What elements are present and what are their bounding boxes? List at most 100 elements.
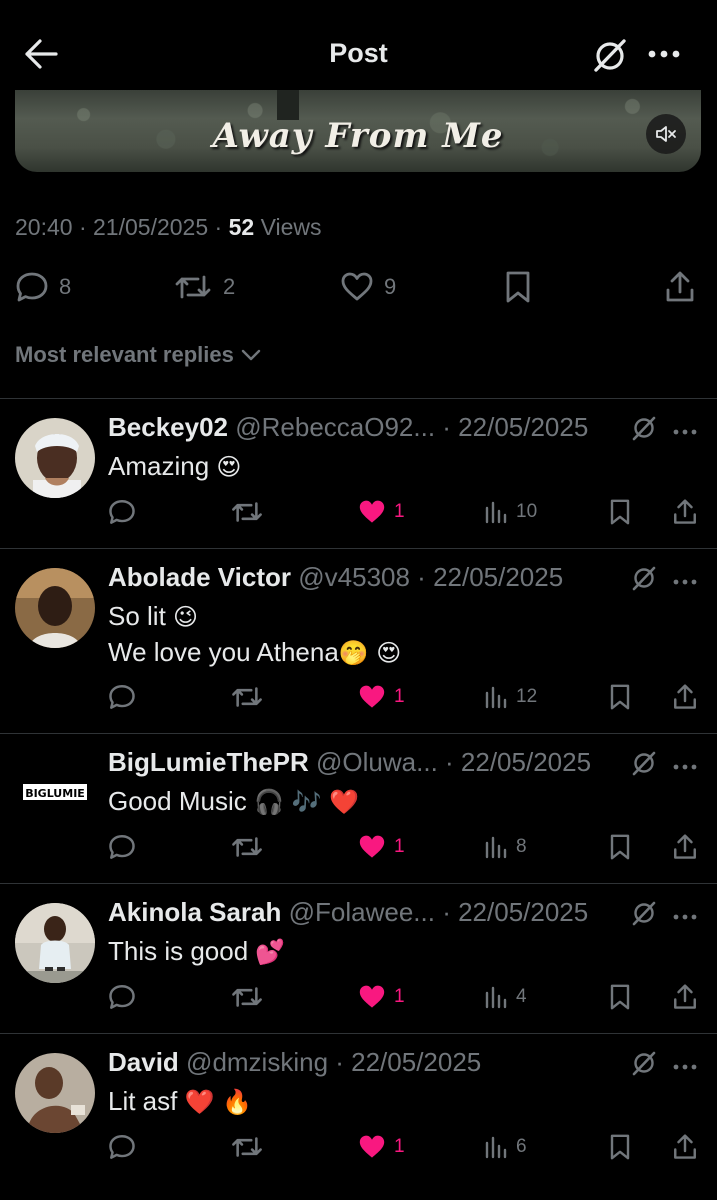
reply-author-handle[interactable]: @v45308 xyxy=(298,562,410,592)
reply-emoji: 😍 xyxy=(216,453,242,481)
views-button[interactable]: 8 xyxy=(484,829,527,865)
post-time: 20:40 xyxy=(15,214,73,240)
like-button[interactable]: 1 xyxy=(358,829,405,865)
reply-icon xyxy=(109,985,135,1009)
reply-button[interactable] xyxy=(108,829,136,865)
repost-button[interactable] xyxy=(230,494,264,530)
like-button[interactable]: 9 xyxy=(340,264,396,310)
bookmark-button[interactable] xyxy=(503,264,533,310)
share-icon xyxy=(674,984,696,1009)
bookmark-button[interactable] xyxy=(608,1129,632,1165)
share-icon xyxy=(674,499,696,524)
grok-icon[interactable] xyxy=(630,414,658,442)
bookmark-button[interactable] xyxy=(608,494,632,530)
reply-text-line: Amazing xyxy=(108,451,217,481)
repost-button[interactable] xyxy=(230,1129,264,1165)
share-button[interactable] xyxy=(672,979,698,1015)
reply-author-handle[interactable]: @Folawee... xyxy=(289,897,435,927)
mute-button[interactable] xyxy=(646,114,686,154)
more-options-icon[interactable] xyxy=(672,1059,698,1070)
reply-header: Abolade Victor @v45308 · 22/05/2025 xyxy=(108,562,563,593)
reply-date: 22/05/2025 xyxy=(458,897,589,927)
heart-filled-icon xyxy=(359,835,385,858)
reply-item[interactable]: David @dmzisking · 22/05/2025 Lit asf ❤️… xyxy=(0,1033,717,1200)
views-button[interactable]: 4 xyxy=(484,979,527,1015)
reply-header: Beckey02 @RebeccaO92... · 22/05/2025 xyxy=(108,412,588,443)
more-options-icon[interactable] xyxy=(672,424,698,435)
reply-author-handle[interactable]: @dmzisking xyxy=(186,1047,328,1077)
separator-dot: · xyxy=(409,562,434,592)
grok-icon[interactable] xyxy=(630,749,658,777)
reply-item[interactable]: Beckey02 @RebeccaO92... · 22/05/2025 Ama… xyxy=(0,398,717,548)
reply-button[interactable] xyxy=(108,1129,136,1165)
reply-author-handle[interactable]: @RebeccaO92... xyxy=(235,412,435,442)
avatar[interactable] xyxy=(15,418,95,498)
like-button[interactable]: 1 xyxy=(358,494,405,530)
like-button[interactable]: 1 xyxy=(358,1129,405,1165)
reply-text-line: This is good xyxy=(108,936,256,966)
repost-button[interactable]: 2 xyxy=(173,264,235,310)
repost-icon xyxy=(232,837,262,857)
grok-icon[interactable] xyxy=(590,36,630,74)
views-count[interactable]: 52 xyxy=(229,214,255,240)
reply-button[interactable]: 8 xyxy=(15,264,71,310)
reply-actions: 1 6 xyxy=(0,1129,717,1165)
share-button[interactable] xyxy=(672,679,698,715)
bookmark-icon xyxy=(506,271,530,303)
view-count: 8 xyxy=(516,836,527,857)
grok-icon[interactable] xyxy=(630,1049,658,1077)
reply-button[interactable] xyxy=(108,979,136,1015)
heart-filled-icon xyxy=(359,985,385,1008)
share-button[interactable] xyxy=(664,264,696,310)
reply-button[interactable] xyxy=(108,679,136,715)
like-count: 1 xyxy=(394,501,405,522)
share-button[interactable] xyxy=(672,829,698,865)
sort-label: Most relevant replies xyxy=(15,342,234,367)
views-button[interactable]: 6 xyxy=(484,1129,527,1165)
avatar[interactable] xyxy=(15,1053,95,1133)
reply-header: BigLumieThePR @Oluwa... · 22/05/2025 xyxy=(108,747,591,778)
like-count: 1 xyxy=(394,1136,405,1157)
avatar[interactable] xyxy=(15,903,95,983)
avatar[interactable]: BIGLUMIE xyxy=(15,753,95,833)
reply-item[interactable]: Akinola Sarah @Folawee... · 22/05/2025 T… xyxy=(0,883,717,1033)
views-button[interactable]: 12 xyxy=(484,679,537,715)
bookmark-button[interactable] xyxy=(608,979,632,1015)
heart-filled-icon xyxy=(359,1135,385,1158)
analytics-icon xyxy=(485,986,507,1009)
more-options-icon[interactable] xyxy=(672,909,698,920)
bookmark-button[interactable] xyxy=(608,679,632,715)
bookmark-button[interactable] xyxy=(608,829,632,865)
more-options-icon[interactable] xyxy=(646,44,682,64)
post-actions: 8 2 9 xyxy=(0,264,717,310)
more-options-icon[interactable] xyxy=(672,574,698,585)
avatar[interactable] xyxy=(15,568,95,648)
reply-author-name[interactable]: Beckey02 xyxy=(108,412,228,442)
repost-button[interactable] xyxy=(230,979,264,1015)
reply-author-name[interactable]: David xyxy=(108,1047,179,1077)
grok-icon[interactable] xyxy=(630,564,658,592)
video-player[interactable]: Away From Me xyxy=(15,90,701,172)
repost-button[interactable] xyxy=(230,679,264,715)
replies-sort-dropdown[interactable]: Most relevant replies xyxy=(15,342,262,368)
grok-icon[interactable] xyxy=(630,899,658,927)
views-button[interactable]: 10 xyxy=(484,494,537,530)
reply-text-line-2: We love you Athena🤭 😍 xyxy=(108,637,402,667)
reply-author-name[interactable]: Akinola Sarah xyxy=(108,897,281,927)
like-count: 1 xyxy=(394,836,405,857)
repost-button[interactable] xyxy=(230,829,264,865)
reply-icon xyxy=(109,685,135,709)
like-button[interactable]: 1 xyxy=(358,679,405,715)
reply-author-handle[interactable]: @Oluwa... xyxy=(316,747,438,777)
share-button[interactable] xyxy=(672,494,698,530)
reply-item[interactable]: BIGLUMIE BigLumieThePR @Oluwa... · 22/05… xyxy=(0,733,717,883)
share-icon xyxy=(674,684,696,709)
share-button[interactable] xyxy=(672,1129,698,1165)
reply-button[interactable] xyxy=(108,494,136,530)
reply-author-name[interactable]: Abolade Victor xyxy=(108,562,291,592)
bookmark-icon xyxy=(610,1134,630,1160)
reply-author-name[interactable]: BigLumieThePR xyxy=(108,747,309,777)
reply-item[interactable]: Abolade Victor @v45308 · 22/05/2025 So l… xyxy=(0,548,717,733)
like-button[interactable]: 1 xyxy=(358,979,405,1015)
more-options-icon[interactable] xyxy=(672,759,698,770)
